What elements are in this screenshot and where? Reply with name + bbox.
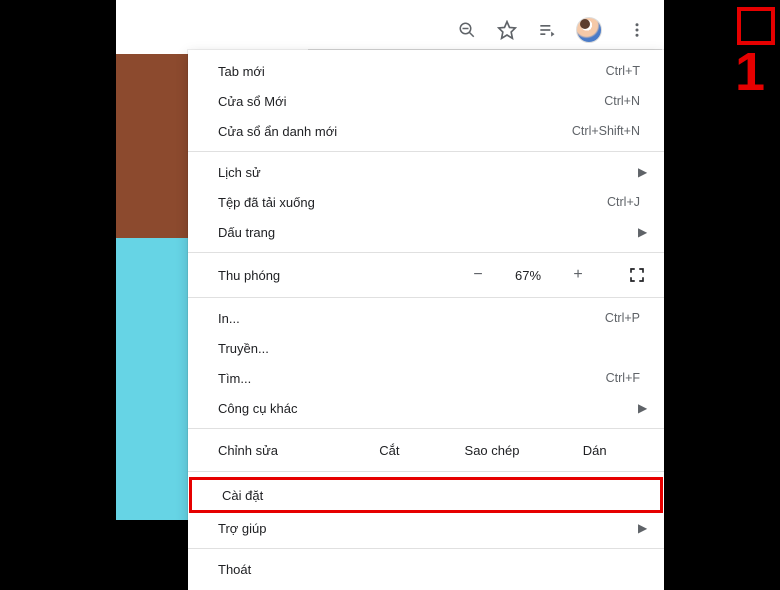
- menu-shortcut: Ctrl+P: [605, 311, 646, 325]
- menu-separator: [188, 151, 664, 152]
- zoom-plus-button[interactable]: +: [572, 266, 584, 284]
- edit-copy-button[interactable]: Sao chép: [441, 443, 544, 458]
- menu-label: Tìm...: [218, 371, 606, 386]
- chevron-right-icon: ▶: [630, 225, 646, 239]
- browser-toolbar: [308, 10, 662, 50]
- menu-item-cast[interactable]: Truyền...: [188, 333, 664, 363]
- annotation-step-number: 1: [735, 45, 765, 99]
- menu-shortcut: Ctrl+T: [606, 64, 646, 78]
- menu-separator: [188, 428, 664, 429]
- menu-label: Thu phóng: [218, 268, 472, 283]
- more-menu-button[interactable]: [620, 13, 654, 47]
- menu-item-find[interactable]: Tìm... Ctrl+F: [188, 363, 664, 393]
- menu-label: Thoát: [218, 562, 646, 577]
- chevron-right-icon: ▶: [630, 521, 646, 535]
- menu-separator: [188, 548, 664, 549]
- menu-item-exit[interactable]: Thoát: [188, 554, 664, 584]
- menu-label: Tab mới: [218, 64, 606, 79]
- menu-item-more-tools[interactable]: Công cụ khác ▶: [188, 393, 664, 423]
- menu-item-print[interactable]: In... Ctrl+P: [188, 303, 664, 333]
- menu-separator: [188, 471, 664, 472]
- menu-shortcut: Ctrl+N: [604, 94, 646, 108]
- menu-label: Chỉnh sửa: [218, 443, 338, 458]
- menu-item-bookmarks[interactable]: Dấu trang ▶: [188, 217, 664, 247]
- menu-item-help[interactable]: Trợ giúp ▶: [188, 513, 664, 543]
- media-control-icon[interactable]: [536, 19, 558, 41]
- menu-label: Công cụ khác: [218, 401, 630, 416]
- menu-separator: [188, 252, 664, 253]
- chevron-right-icon: ▶: [630, 165, 646, 179]
- menu-label: Cài đặt: [222, 488, 642, 503]
- menu-label: Tệp đã tải xuống: [218, 195, 607, 210]
- menu-item-new-window[interactable]: Cửa sổ Mới Ctrl+N: [188, 86, 664, 116]
- menu-item-incognito[interactable]: Cửa sổ ẩn danh mới Ctrl+Shift+N: [188, 116, 664, 146]
- fullscreen-icon[interactable]: [628, 266, 646, 284]
- zoom-out-icon[interactable]: [456, 19, 478, 41]
- menu-item-history[interactable]: Lịch sử ▶: [188, 157, 664, 187]
- edit-paste-button[interactable]: Dán: [543, 443, 646, 458]
- menu-item-settings[interactable]: Cài đặt: [192, 480, 660, 510]
- menu-item-downloads[interactable]: Tệp đã tải xuống Ctrl+J: [188, 187, 664, 217]
- edit-cut-button[interactable]: Cắt: [338, 443, 441, 458]
- star-icon[interactable]: [496, 19, 518, 41]
- menu-label: Cửa sổ ẩn danh mới: [218, 124, 572, 139]
- zoom-minus-button[interactable]: −: [472, 266, 484, 284]
- menu-shortcut: Ctrl+J: [607, 195, 646, 209]
- profile-avatar-icon[interactable]: [576, 17, 602, 43]
- menu-label: Trợ giúp: [218, 521, 630, 536]
- menu-label: Truyền...: [218, 341, 646, 356]
- menu-label: Dấu trang: [218, 225, 630, 240]
- menu-shortcut: Ctrl+F: [606, 371, 646, 385]
- menu-item-zoom: Thu phóng − 67% +: [188, 258, 664, 292]
- annotation-highlight-settings: Cài đặt: [189, 477, 663, 513]
- zoom-value: 67%: [508, 268, 548, 283]
- menu-item-new-tab[interactable]: Tab mới Ctrl+T: [188, 56, 664, 86]
- menu-separator: [188, 297, 664, 298]
- menu-item-edit-row: Chỉnh sửa Cắt Sao chép Dán: [188, 434, 664, 466]
- menu-shortcut: Ctrl+Shift+N: [572, 124, 646, 138]
- menu-label: Cửa sổ Mới: [218, 94, 604, 109]
- chrome-main-menu: Tab mới Ctrl+T Cửa sổ Mới Ctrl+N Cửa sổ …: [188, 50, 664, 590]
- chevron-right-icon: ▶: [630, 401, 646, 415]
- annotation-highlight-kebab: [737, 7, 775, 45]
- menu-label: In...: [218, 311, 605, 326]
- menu-label: Lịch sử: [218, 165, 630, 180]
